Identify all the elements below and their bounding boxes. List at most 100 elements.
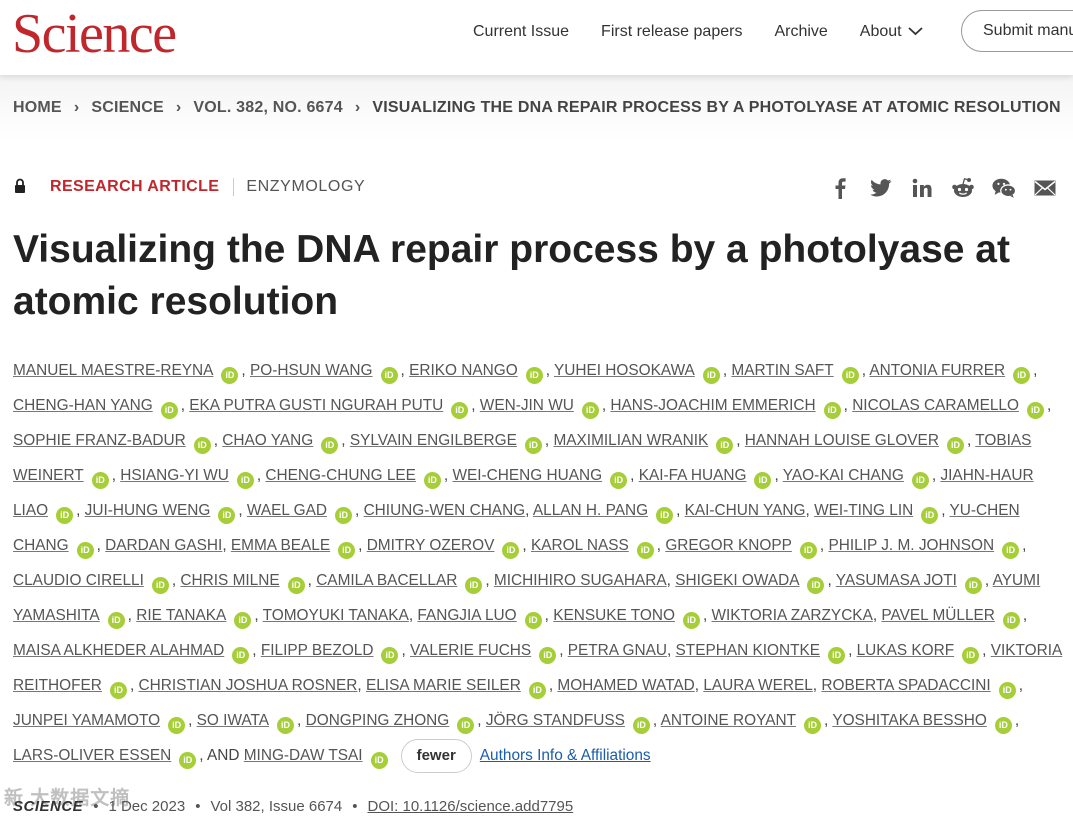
author-name[interactable]: ROBERTA SPADACCINI xyxy=(821,677,990,694)
author-name[interactable]: PETRA GNAU xyxy=(568,642,667,659)
author-name[interactable]: TOMOYUKI TANAKA xyxy=(263,607,409,624)
author-name[interactable]: STEPHAN KIONTKE xyxy=(676,642,821,659)
author-name[interactable]: LARS-OLIVER ESSEN xyxy=(13,747,171,764)
author-name[interactable]: ERIKO NANGO xyxy=(409,362,518,379)
orcid-icon[interactable]: iD xyxy=(76,542,94,559)
author-name[interactable]: FILIPP BEZOLD xyxy=(261,642,374,659)
orcid-icon[interactable]: iD xyxy=(56,507,74,524)
linkedin-icon[interactable] xyxy=(910,176,934,200)
orcid-icon[interactable]: iD xyxy=(946,437,964,454)
author-name[interactable]: DARDAN GASHI xyxy=(105,537,222,554)
author-name[interactable]: CHRIS MILNE xyxy=(180,572,279,589)
orcid-icon[interactable]: iD xyxy=(451,402,469,419)
orcid-icon[interactable]: iD xyxy=(232,647,250,664)
orcid-icon[interactable]: iD xyxy=(1002,542,1020,559)
orcid-icon[interactable]: iD xyxy=(502,542,520,559)
orcid-icon[interactable]: iD xyxy=(381,647,399,664)
orcid-icon[interactable]: iD xyxy=(236,472,254,489)
author-name[interactable]: MANUEL MAESTRE-REYNA xyxy=(13,362,213,379)
twitter-icon[interactable] xyxy=(869,176,893,200)
orcid-icon[interactable]: iD xyxy=(1013,367,1031,384)
author-name[interactable]: MOHAMED WATAD xyxy=(557,677,694,694)
orcid-icon[interactable]: iD xyxy=(179,752,197,769)
author-name[interactable]: ELISA MARIE SEILER xyxy=(366,677,521,694)
author-name[interactable]: MAISA ALKHEDER ALAHMAD xyxy=(13,642,224,659)
submit-manuscript-button[interactable]: Submit manuscript xyxy=(961,10,1073,52)
author-name[interactable]: YASUMASA JOTI xyxy=(836,572,957,589)
author-name[interactable]: ALLAN H. PANG xyxy=(533,502,648,519)
orcid-icon[interactable]: iD xyxy=(168,717,186,734)
author-name[interactable]: YAO-KAI CHANG xyxy=(783,467,904,484)
orcid-icon[interactable]: iD xyxy=(218,507,236,524)
orcid-icon[interactable]: iD xyxy=(193,437,211,454)
orcid-icon[interactable]: iD xyxy=(525,367,543,384)
author-name[interactable]: DMITRY OZEROV xyxy=(367,537,495,554)
orcid-icon[interactable]: iD xyxy=(465,577,483,594)
author-name[interactable]: WIKTORIA ZARZYCKA xyxy=(712,607,873,624)
author-name[interactable]: WAEL GAD xyxy=(247,502,327,519)
wechat-icon[interactable] xyxy=(992,176,1016,200)
nav-about[interactable]: About xyxy=(860,22,923,42)
author-name[interactable]: KENSUKE TONO xyxy=(553,607,675,624)
orcid-icon[interactable]: iD xyxy=(1026,402,1044,419)
author-name[interactable]: SYLVAIN ENGILBERGE xyxy=(350,432,517,449)
orcid-icon[interactable]: iD xyxy=(160,402,178,419)
author-name[interactable]: MARTIN SAFT xyxy=(731,362,833,379)
author-name[interactable]: CHAO YANG xyxy=(222,432,313,449)
science-logo[interactable]: Science xyxy=(12,2,177,66)
orcid-icon[interactable]: iD xyxy=(754,472,772,489)
orcid-icon[interactable]: iD xyxy=(539,647,557,664)
orcid-icon[interactable]: iD xyxy=(656,507,674,524)
orcid-icon[interactable]: iD xyxy=(524,437,542,454)
orcid-icon[interactable]: iD xyxy=(964,577,982,594)
orcid-icon[interactable]: iD xyxy=(234,612,252,629)
nav-first-release[interactable]: First release papers xyxy=(601,22,742,42)
orcid-icon[interactable]: iD xyxy=(636,542,654,559)
orcid-icon[interactable]: iD xyxy=(321,437,339,454)
orcid-icon[interactable]: iD xyxy=(998,682,1016,699)
author-name[interactable]: MAXIMILIAN WRANIK xyxy=(553,432,708,449)
orcid-icon[interactable]: iD xyxy=(911,472,929,489)
author-name[interactable]: JUNPEI YAMAMOTO xyxy=(13,712,160,729)
author-name[interactable]: SHIGEKI OWADA xyxy=(675,572,799,589)
author-name[interactable]: HANNAH LOUISE GLOVER xyxy=(745,432,939,449)
author-name[interactable]: CHENG-HAN YANG xyxy=(13,397,153,414)
author-name[interactable]: CHENG-CHUNG LEE xyxy=(265,467,416,484)
author-name[interactable]: GREGOR KNOPP xyxy=(665,537,792,554)
orcid-icon[interactable]: iD xyxy=(1002,612,1020,629)
author-name[interactable]: RIE TANAKA xyxy=(136,607,226,624)
orcid-icon[interactable]: iD xyxy=(632,717,650,734)
author-name[interactable]: KAI-CHUN YANG xyxy=(685,502,806,519)
author-name[interactable]: HANS-JOACHIM EMMERICH xyxy=(610,397,815,414)
author-name[interactable]: WEI-CHENG HUANG xyxy=(452,467,602,484)
orcid-icon[interactable]: iD xyxy=(807,577,825,594)
orcid-icon[interactable]: iD xyxy=(921,507,939,524)
nav-archive[interactable]: Archive xyxy=(774,22,827,42)
orcid-icon[interactable]: iD xyxy=(994,717,1012,734)
orcid-icon[interactable]: iD xyxy=(799,542,817,559)
nav-current-issue[interactable]: Current Issue xyxy=(473,22,569,42)
author-name[interactable]: VALERIE FUCHS xyxy=(410,642,531,659)
author-name[interactable]: SOPHIE FRANZ-BADUR xyxy=(13,432,186,449)
orcid-icon[interactable]: iD xyxy=(338,542,356,559)
orcid-icon[interactable]: iD xyxy=(702,367,720,384)
facebook-icon[interactable] xyxy=(828,176,852,200)
orcid-icon[interactable]: iD xyxy=(221,367,239,384)
author-name[interactable]: KAROL NASS xyxy=(531,537,629,554)
breadcrumb-science[interactable]: SCIENCE xyxy=(91,99,164,117)
orcid-icon[interactable]: iD xyxy=(804,717,822,734)
orcid-icon[interactable]: iD xyxy=(823,402,841,419)
orcid-icon[interactable]: iD xyxy=(828,647,846,664)
orcid-icon[interactable]: iD xyxy=(380,367,398,384)
orcid-icon[interactable]: iD xyxy=(610,472,628,489)
author-name[interactable]: LAURA WEREL xyxy=(703,677,812,694)
author-name[interactable]: KAI-FA HUANG xyxy=(639,467,747,484)
orcid-icon[interactable]: iD xyxy=(841,367,859,384)
author-name[interactable]: WEN-JIN WU xyxy=(480,397,574,414)
orcid-icon[interactable]: iD xyxy=(528,682,546,699)
author-name[interactable]: SO IWATA xyxy=(197,712,269,729)
author-name[interactable]: PO-HSUN WANG xyxy=(250,362,373,379)
orcid-icon[interactable]: iD xyxy=(287,577,305,594)
author-name[interactable]: EKA PUTRA GUSTI NGURAH PUTU xyxy=(189,397,443,414)
doi-link[interactable]: DOI: 10.1126/science.add7795 xyxy=(368,798,574,815)
